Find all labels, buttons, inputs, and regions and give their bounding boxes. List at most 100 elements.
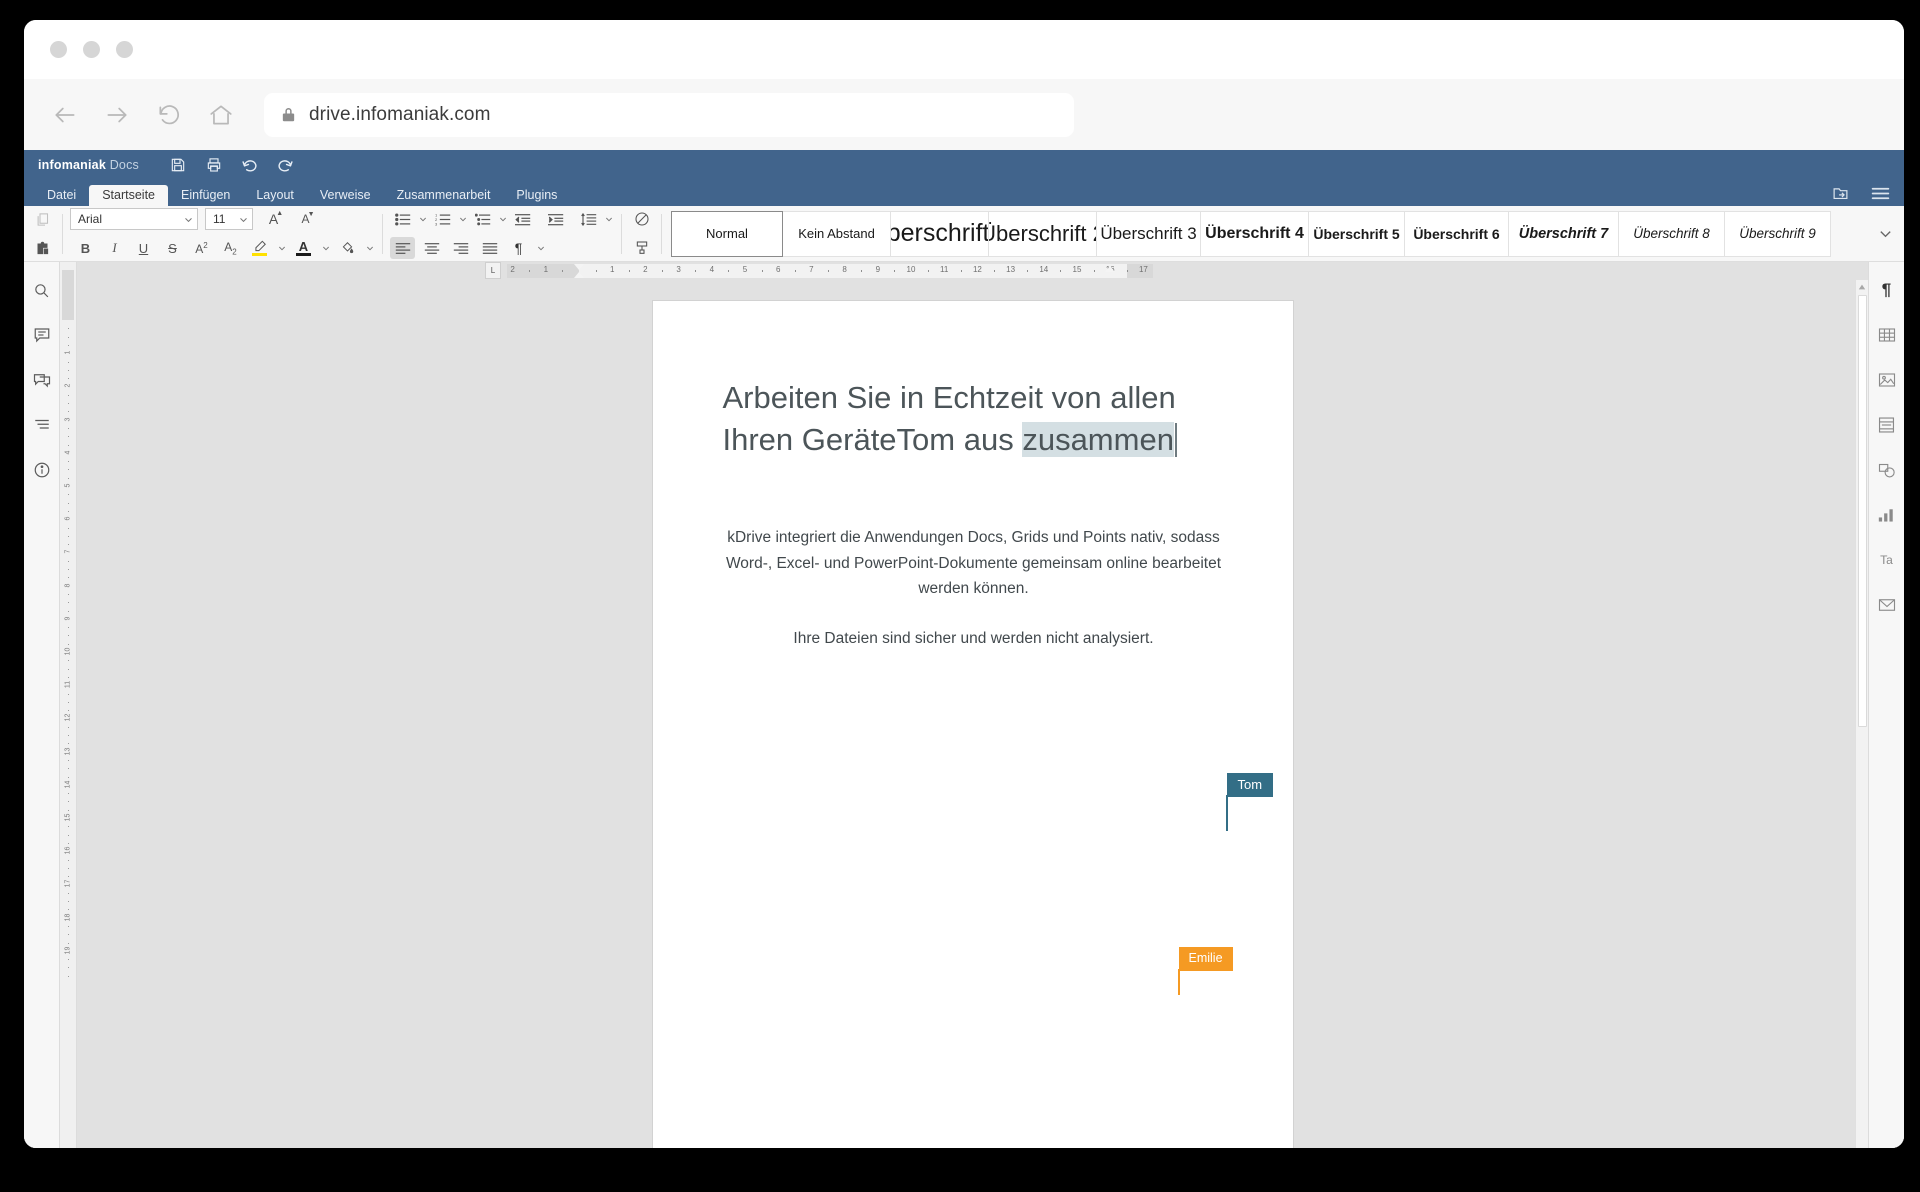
undo-icon[interactable] xyxy=(241,156,259,174)
line-spacing-button[interactable] xyxy=(576,208,601,230)
paragraph-marks-dropdown[interactable] xyxy=(535,237,546,259)
reload-icon[interactable] xyxy=(154,100,184,130)
copy-icon[interactable] xyxy=(30,208,55,230)
vertical-scrollbar[interactable] xyxy=(1855,280,1868,1148)
document-page[interactable]: Arbeiten Sie in Echtzeit von allen Ihren… xyxy=(652,301,1293,1148)
style-ueberschrift-6[interactable]: Überschrift 6 xyxy=(1405,210,1509,257)
ruler-corner-label[interactable]: L xyxy=(485,262,501,279)
font-color-dropdown[interactable] xyxy=(320,237,331,259)
tab-layout[interactable]: Layout xyxy=(243,185,307,207)
increase-indent-button[interactable] xyxy=(543,208,568,230)
comment-icon[interactable] xyxy=(30,323,54,347)
close-window-button[interactable] xyxy=(50,41,67,58)
back-icon[interactable] xyxy=(50,100,80,130)
scrollbar-thumb[interactable] xyxy=(1858,295,1867,727)
tab-zusammenarbeit[interactable]: Zusammenarbeit xyxy=(384,185,504,207)
search-icon[interactable] xyxy=(30,278,54,302)
decrease-indent-button[interactable] xyxy=(510,208,535,230)
style-ueberschrift-1[interactable]: Überschrift 1 xyxy=(891,210,989,257)
style-ueberschrift-4[interactable]: Überschrift 4 xyxy=(1201,210,1309,257)
underline-button[interactable]: U xyxy=(131,237,156,259)
horizontal-ruler[interactable]: 2 1 1 2 3 4 5 6 7 8 9 10 11 12 13 14 15 16 17 xyxy=(507,264,1153,278)
first-line-indent-marker[interactable] xyxy=(574,264,584,270)
tab-verweise[interactable]: Verweise xyxy=(307,185,384,207)
chevron-down-icon[interactable] xyxy=(1870,226,1900,241)
ribbon-header-actions xyxy=(1832,185,1890,202)
document-body[interactable]: kDrive integriert die Anwendungen Docs, … xyxy=(723,525,1225,652)
save-icon[interactable] xyxy=(169,156,187,174)
style-gallery: Normal Kein Abstand Überschrift 1 Übersc… xyxy=(671,210,1870,257)
increase-font-size-button[interactable]: A ▲ xyxy=(261,208,286,230)
collaborator-cursor-tom xyxy=(1225,795,1228,831)
home-icon[interactable] xyxy=(206,100,236,130)
info-icon[interactable] xyxy=(30,458,54,482)
decrease-font-size-button[interactable]: A ▼ xyxy=(293,208,318,230)
ruler-tick xyxy=(68,975,69,977)
multilevel-list-dropdown[interactable] xyxy=(497,208,508,230)
bullet-list-dropdown[interactable] xyxy=(417,208,428,230)
paragraph-marks-button[interactable]: ¶ xyxy=(506,237,531,259)
chart-settings-icon[interactable] xyxy=(1875,503,1899,527)
line-spacing-dropdown[interactable] xyxy=(603,208,614,230)
style-ueberschrift-8[interactable]: Überschrift 8 xyxy=(1619,210,1725,257)
font-family-select[interactable]: Arial xyxy=(70,208,198,230)
highlight-color-dropdown[interactable] xyxy=(276,237,287,259)
font-size-select[interactable]: 11 xyxy=(205,208,253,230)
outline-icon[interactable] xyxy=(30,413,54,437)
highlight-color-button[interactable] xyxy=(247,237,272,259)
italic-button[interactable]: I xyxy=(102,237,127,259)
align-justify-button[interactable] xyxy=(477,237,502,259)
multilevel-list-button[interactable] xyxy=(470,208,495,230)
maximize-window-button[interactable] xyxy=(116,41,133,58)
tab-einfuegen[interactable]: Einfügen xyxy=(168,185,243,207)
superscript-button[interactable]: A2 xyxy=(189,237,214,259)
shading-color-dropdown[interactable] xyxy=(364,237,375,259)
clear-formatting-icon[interactable] xyxy=(629,208,654,230)
ruler-tick xyxy=(68,602,69,604)
align-center-button[interactable] xyxy=(419,237,444,259)
image-settings-icon[interactable] xyxy=(1875,368,1899,392)
header-footer-settings-icon[interactable] xyxy=(1875,413,1899,437)
align-right-button[interactable] xyxy=(448,237,473,259)
redo-icon[interactable] xyxy=(277,156,295,174)
style-ueberschrift-7[interactable]: Überschrift 7 xyxy=(1509,210,1619,257)
tab-plugins[interactable]: Plugins xyxy=(503,185,570,207)
minimize-window-button[interactable] xyxy=(83,41,100,58)
style-normal[interactable]: Normal xyxy=(671,210,783,257)
chat-icon[interactable] xyxy=(30,368,54,392)
hamburger-menu-icon[interactable] xyxy=(1871,186,1890,201)
style-ueberschrift-2[interactable]: Überschrift 2 xyxy=(989,210,1097,257)
document-heading[interactable]: Arbeiten Sie in Echtzeit von allen Ihren… xyxy=(723,377,1225,461)
vertical-ruler[interactable]: 1 2 3 4 5 6 7 8 9 10 11 12 13 14 15 16 17 18 19 xyxy=(60,262,77,1148)
style-ueberschrift-3[interactable]: Überschrift 3 xyxy=(1097,210,1201,257)
print-icon[interactable] xyxy=(205,156,223,174)
copy-style-icon[interactable] xyxy=(629,237,654,259)
paste-icon[interactable] xyxy=(30,237,55,259)
left-indent-marker[interactable] xyxy=(574,272,584,278)
shading-color-button[interactable] xyxy=(335,237,360,259)
style-ueberschrift-5[interactable]: Überschrift 5 xyxy=(1309,210,1405,257)
style-kein-abstand[interactable]: Kein Abstand xyxy=(783,210,891,257)
subscript-button[interactable]: A2 xyxy=(218,237,243,259)
bold-button[interactable]: B xyxy=(73,237,98,259)
style-ueberschrift-9[interactable]: Überschrift 9 xyxy=(1725,210,1831,257)
bullet-list-button[interactable] xyxy=(390,208,415,230)
tab-datei[interactable]: Datei xyxy=(34,185,89,207)
app-brand: infomaniak Docs xyxy=(38,158,139,172)
font-color-button[interactable]: A xyxy=(291,237,316,259)
right-indent-marker[interactable] xyxy=(1105,266,1116,272)
forward-icon[interactable] xyxy=(102,100,132,130)
mail-merge-icon[interactable] xyxy=(1875,593,1899,617)
numbered-list-button[interactable]: 123 xyxy=(430,208,455,230)
align-left-button[interactable] xyxy=(390,237,415,259)
numbered-list-dropdown[interactable] xyxy=(457,208,468,230)
strikethrough-button[interactable]: S xyxy=(160,237,185,259)
scroll-up-arrow[interactable] xyxy=(1856,280,1868,293)
shape-settings-icon[interactable] xyxy=(1875,458,1899,482)
tab-startseite[interactable]: Startseite xyxy=(89,184,168,206)
address-bar[interactable]: drive.infomaniak.com xyxy=(264,92,1074,137)
open-file-location-icon[interactable] xyxy=(1832,185,1849,202)
paragraph-settings-icon[interactable]: ¶ xyxy=(1875,278,1899,302)
text-art-settings-icon[interactable]: Ta xyxy=(1875,548,1899,572)
table-settings-icon[interactable] xyxy=(1875,323,1899,347)
